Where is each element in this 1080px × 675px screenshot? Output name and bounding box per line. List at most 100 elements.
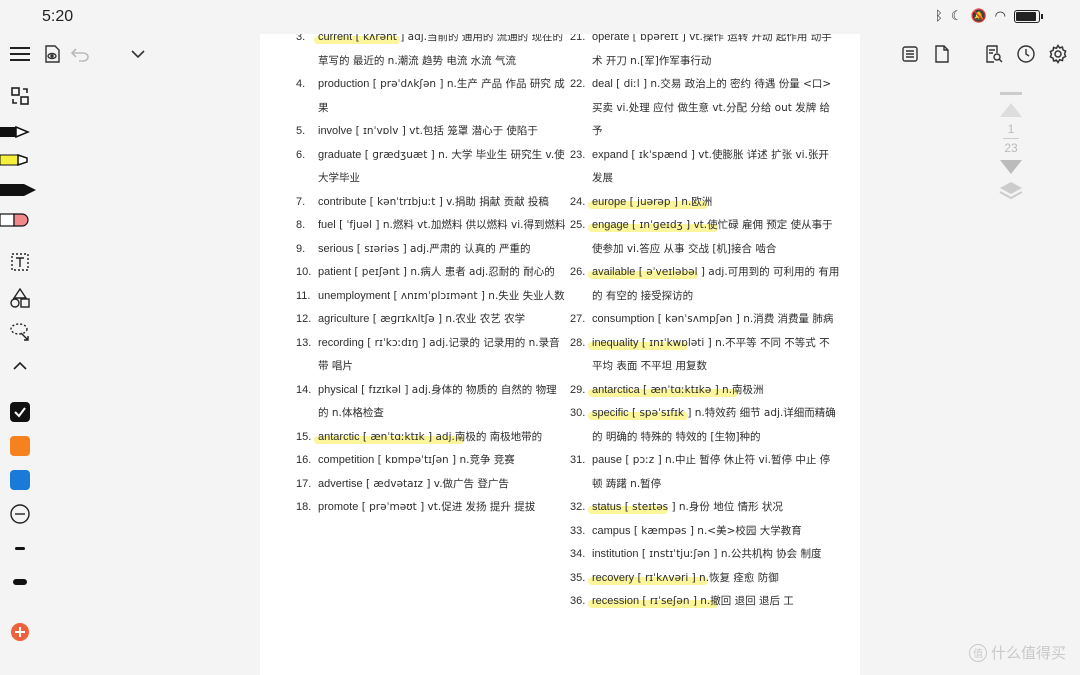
vocab-number: 18.	[296, 501, 312, 513]
vocab-entry: 21. operate [ ɒpəreɪt ] vt.操作 运转 开动 起作用 动…	[570, 34, 840, 73]
color-blue-swatch[interactable]	[10, 470, 30, 490]
document-page[interactable]: 3. current [ kʌrənt ] adj.当前的 通用的 流通的 现在的…	[260, 34, 860, 675]
vocab-definition: [ ænˈtɑːktɪkə ] n.南极洲	[639, 383, 764, 396]
status-bar: 5:20 ᛒ ☾ 🔕 ◠	[0, 0, 1080, 34]
vocab-definition: [ kənˈsʌmpʃən ] n.消费 消费量 肺病	[654, 313, 834, 325]
vocab-definition: [ ɪkˈspænd ] vt.使膨胀 详述 扩张 vi.张开 发展	[592, 148, 829, 185]
vocab-definition: [ ˈfjuəl ] n.燃料 vt.加燃料 供以燃料 vi.得到燃料	[335, 219, 566, 231]
vocab-number: 15.	[296, 430, 312, 443]
vocab-word: inequality	[592, 336, 639, 349]
vocab-number: 36.	[570, 595, 586, 607]
vocab-entry: 17. advertise [ ædvətaɪz ] v.做广告 登广告	[296, 473, 566, 497]
vocab-definition: [ kʌrənt ] adj.当前的 通用的 流通的 现在的 草写的 最近的 n…	[318, 34, 564, 67]
vocab-number: 12.	[296, 313, 312, 325]
vocab-entry: 33. campus [ kæmpəs ] n.<美>校园 大学教育	[570, 520, 840, 544]
vocab-word: antarctic	[318, 430, 360, 443]
vocab-number: 33.	[570, 524, 586, 537]
gear-icon[interactable]	[1046, 42, 1070, 66]
swap-icon[interactable]	[8, 84, 32, 108]
undo-icon[interactable]	[68, 42, 92, 66]
app-window: 5:20 ᛒ ☾ 🔕 ◠ 3. current [kʌrənt] adj.当…	[0, 0, 1080, 675]
highlighter-icon[interactable]	[0, 148, 30, 172]
vocab-number: 35.	[570, 571, 586, 584]
vocab-word: serious	[318, 242, 354, 255]
pen-icon[interactable]	[0, 120, 30, 144]
minus-icon[interactable]	[8, 502, 32, 526]
vocab-entry: 7. contribute [ kənˈtrɪbjuːt ] v.捐助 捐献 贡献…	[296, 191, 566, 215]
vocab-word: recording	[318, 336, 364, 349]
wifi-icon: ◠	[994, 9, 1006, 24]
vocab-word: operate	[592, 34, 630, 43]
vocab-definition: [ ɪnˈɡeɪdʒ ] vt.使忙碌 雇佣 预定 使从事于 使参加 vi.答应…	[592, 219, 833, 255]
text-box-icon[interactable]	[8, 250, 32, 274]
vocab-definition: [ ɪnstɪˈtjuːʃən ] n.公共机构 协会 制度	[638, 548, 822, 560]
vocab-number: 28.	[570, 336, 586, 349]
vocab-word: status	[592, 501, 622, 513]
marker-icon[interactable]	[0, 178, 40, 202]
shapes-icon[interactable]	[8, 286, 32, 310]
vocab-definition: [ prəˈməʊt ] vt.促进 发扬 提升 提拔	[358, 501, 536, 513]
vocab-entry: 24. europe [ juərəp ] n.欧洲	[570, 191, 840, 215]
vocab-definition: [ juərəp ] n.欧洲	[626, 195, 713, 208]
vocab-word: institution	[592, 548, 639, 560]
vocab-number: 14.	[296, 383, 312, 396]
page-icon[interactable]	[930, 42, 954, 66]
vocab-entry: 16. competition [ kɒmpəˈtɪʃən ] n.竞争 竞赛	[296, 449, 566, 473]
vocab-entry: 18. promote [ prəˈməʊt ] vt.促进 发扬 提升 提拔	[296, 496, 566, 520]
vocab-number: 3.	[296, 34, 306, 43]
outline-icon[interactable]	[898, 42, 922, 66]
vocab-word: advertise	[318, 477, 363, 490]
vocab-number: 22.	[570, 78, 586, 90]
vocab-entry: 12. agriculture [ æɡrɪkʌltʃə ] n.农业 农艺 农学	[296, 308, 566, 332]
vocab-word: deal	[592, 78, 613, 90]
vocab-number: 6.	[296, 148, 306, 161]
vocab-word: europe	[592, 195, 627, 208]
bluetooth-icon: ᛒ	[935, 9, 943, 24]
chevron-down-icon[interactable]	[126, 42, 150, 66]
layers-icon[interactable]	[994, 180, 1028, 207]
vocab-entry: 26. available [ əˈveɪləbəl ] adj.可用到的 可利用…	[570, 261, 840, 308]
vocab-number: 10.	[296, 266, 312, 278]
vocab-number: 21.	[570, 34, 586, 43]
eraser-icon[interactable]	[0, 208, 30, 232]
page-up-icon[interactable]	[1000, 103, 1022, 117]
vocab-word: specific	[592, 407, 629, 419]
vocab-entry: 27. consumption [ kənˈsʌmpʃən ] n.消费 消费量 …	[570, 308, 840, 332]
vocab-number: 32.	[570, 501, 586, 513]
color-black-swatch[interactable]	[10, 402, 30, 422]
color-orange-swatch[interactable]	[10, 436, 30, 456]
thick-stroke-icon[interactable]	[8, 570, 32, 594]
vocab-number: 9.	[296, 242, 306, 255]
vocab-word: agriculture	[318, 313, 370, 325]
vocab-number: 23.	[570, 148, 586, 161]
vocab-definition: [ rɪˈkʌvəri ] n.恢复 痊愈 防御	[634, 571, 779, 584]
vocab-entry: 34. institution [ ɪnstɪˈtjuːʃən ] n.公共机构 …	[570, 543, 840, 567]
vocab-number: 34.	[570, 548, 586, 560]
menu-icon[interactable]	[8, 42, 32, 66]
add-icon[interactable]	[8, 620, 32, 644]
collapse-icon[interactable]	[8, 354, 32, 378]
vocab-word: expand	[592, 148, 629, 161]
current-page: 1	[1007, 122, 1015, 136]
vocab-number: 27.	[570, 313, 586, 325]
search-doc-icon[interactable]	[982, 42, 1006, 66]
page-down-icon[interactable]	[1000, 160, 1022, 174]
pager-handle[interactable]	[1000, 92, 1022, 95]
vocab-entry: 3. current [ kʌrənt ] adj.当前的 通用的 流通的 现在的…	[296, 34, 566, 73]
vocab-word: contribute	[318, 195, 367, 208]
vocab-definition: [ ænˈtɑːktɪk ] adj.南极的 南极地带的	[359, 430, 543, 443]
vocab-entry: 9. serious [ sɪəriəs ] adj.严肃的 认真的 严重的	[296, 238, 566, 262]
right-pane: 1 23 值 什么值得买	[860, 34, 1080, 675]
vocab-entry: 25. engage [ ɪnˈɡeɪdʒ ] vt.使忙碌 雇佣 预定 使从事于…	[570, 214, 840, 261]
read-mode-icon[interactable]	[40, 42, 64, 66]
lasso-icon[interactable]	[8, 320, 32, 344]
vocab-entry: 31. pause [ pɔːz ] n.中止 暂停 休止符 vi.暂停 中止 停…	[570, 449, 840, 496]
vocab-word: unemployment	[318, 289, 391, 302]
thin-stroke-icon[interactable]	[8, 536, 32, 560]
left-blank-canvas[interactable]	[40, 74, 260, 675]
vocab-word: pause	[592, 454, 622, 466]
battery-icon	[1014, 10, 1043, 23]
vocab-number: 5.	[296, 125, 306, 137]
vocab-number: 8.	[296, 219, 306, 231]
clock-icon[interactable]	[1014, 42, 1038, 66]
